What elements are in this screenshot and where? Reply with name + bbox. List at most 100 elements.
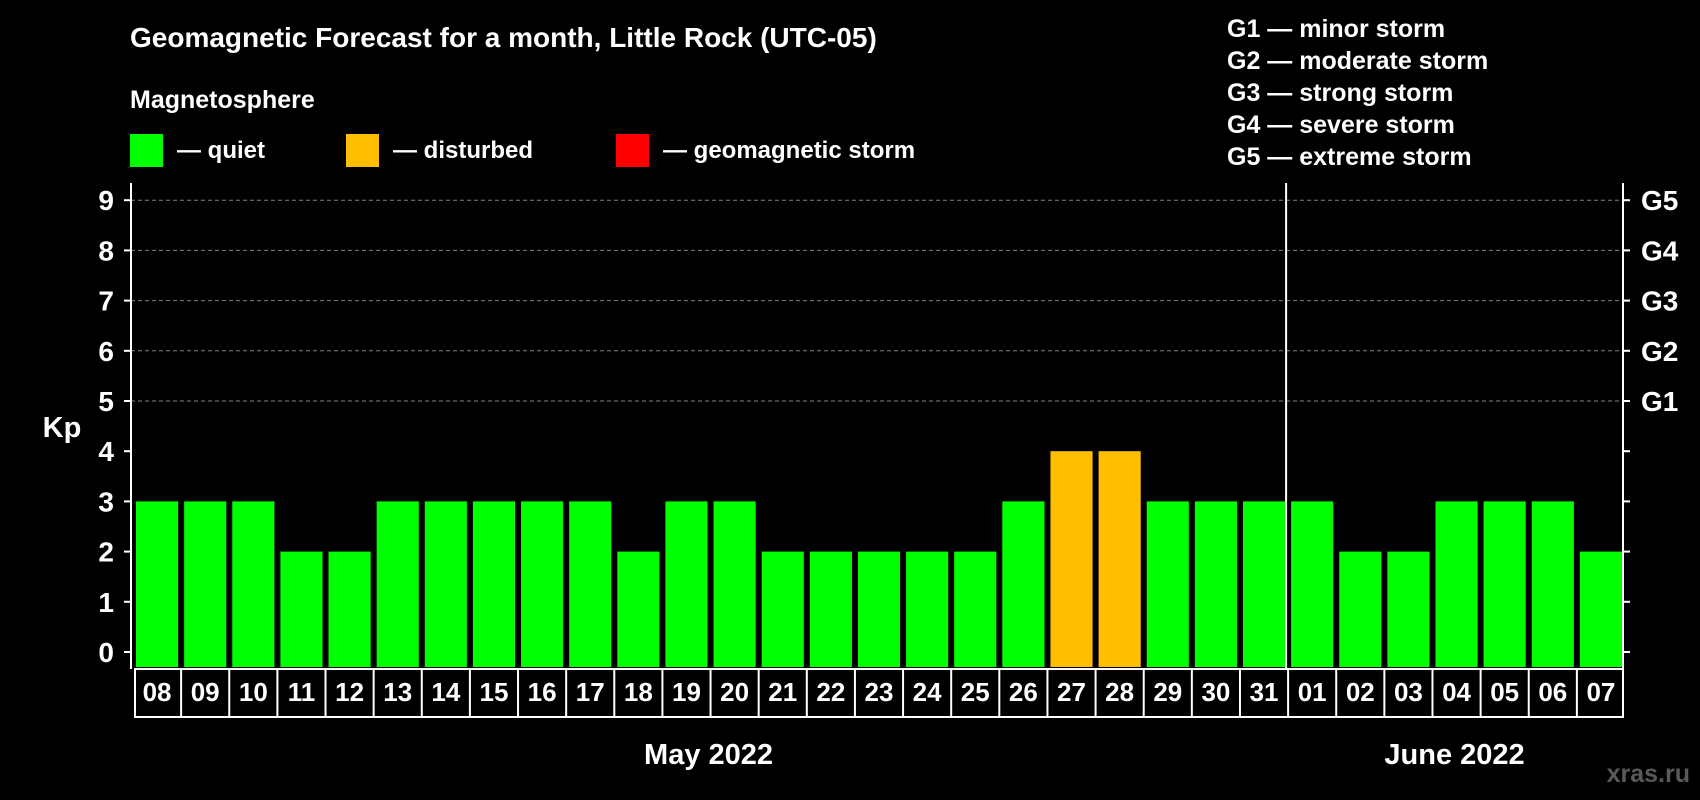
date-label: 11 — [288, 677, 316, 707]
bar-23 — [857, 551, 901, 667]
bar-16 — [521, 501, 564, 667]
legend-heading: Magnetosphere — [130, 86, 315, 114]
bar-12 — [328, 551, 371, 667]
legend-label-storm: — geomagnetic storm — [663, 137, 915, 164]
month-label: June 2022 — [1384, 739, 1524, 771]
legend-label-disturbed: — disturbed — [393, 137, 533, 164]
date-label: 10 — [239, 677, 268, 707]
bar-18 — [617, 551, 660, 667]
y-tick-label: 3 — [98, 486, 114, 517]
bar-28 — [1098, 451, 1141, 667]
date-label: 22 — [816, 677, 845, 707]
date-label: 23 — [865, 677, 894, 707]
bar-21 — [761, 551, 804, 667]
date-label: 09 — [191, 677, 220, 707]
bar-30 — [1194, 501, 1237, 667]
geomagnetic-forecast-chart: Geomagnetic Forecast for a month, Little… — [43, 15, 1690, 788]
bar-19 — [665, 501, 708, 667]
date-label: 20 — [720, 677, 749, 707]
right-axis-label: G1 — [1641, 386, 1678, 417]
date-label: 16 — [528, 677, 557, 707]
y-tick-label: 0 — [98, 637, 114, 668]
date-label: 13 — [383, 677, 412, 707]
gridlines — [131, 199, 1623, 402]
bar-05 — [1483, 501, 1526, 667]
legend-swatch-storm — [616, 134, 649, 167]
legend-label-quiet: — quiet — [177, 137, 265, 164]
date-label: 05 — [1490, 677, 1519, 707]
bar-31 — [1242, 501, 1286, 667]
date-label: 18 — [624, 677, 653, 707]
legend-swatch-disturbed — [346, 134, 379, 167]
date-label: 31 — [1250, 677, 1279, 707]
date-label: 04 — [1442, 677, 1471, 707]
y-tick-label: 8 — [98, 235, 114, 266]
storm-scale-item: G2 — moderate storm — [1227, 47, 1488, 75]
storm-scale-item: G3 — strong storm — [1227, 79, 1453, 107]
date-label: 17 — [576, 677, 605, 707]
y-tick-label: 6 — [98, 336, 114, 367]
watermark: xras.ru — [1607, 760, 1690, 788]
date-label: 19 — [672, 677, 701, 707]
bar-11 — [280, 551, 323, 667]
date-label: 21 — [768, 677, 797, 707]
right-axis-label: G4 — [1641, 235, 1679, 266]
date-label: 29 — [1153, 677, 1182, 707]
storm-scale-list: G1 — minor storm G2 — moderate storm G3 — … — [1227, 15, 1488, 171]
month-labels: May 2022 June 2022 — [644, 739, 1525, 771]
bar-08 — [136, 501, 179, 667]
bar-25 — [954, 551, 997, 667]
bar-17 — [569, 501, 612, 667]
chart-title: Geomagnetic Forecast for a month, Little… — [130, 22, 877, 53]
storm-scale-item: G5 — extreme storm — [1227, 143, 1472, 171]
bars — [136, 451, 1622, 667]
storm-scale-item: G4 — severe storm — [1227, 111, 1455, 139]
date-label: 26 — [1009, 677, 1038, 707]
bar-14 — [424, 501, 467, 667]
y-tick-label: 4 — [98, 436, 114, 467]
date-label: 14 — [431, 677, 460, 707]
bar-27 — [1050, 451, 1093, 667]
right-axis-label: G5 — [1641, 185, 1678, 216]
y-tick-label: 9 — [98, 185, 114, 216]
legend-swatch-quiet — [130, 134, 163, 167]
date-labels: 08 09 10 11 12 13 14 15 16 17 18 19 20 21 22 23 24 25 26 27… — [143, 669, 1615, 717]
date-label: 24 — [913, 677, 942, 707]
y-tick-label: 1 — [98, 587, 114, 618]
date-label: 06 — [1538, 677, 1567, 707]
date-label: 01 — [1298, 677, 1327, 707]
bar-20 — [713, 501, 756, 667]
date-label: 25 — [961, 677, 990, 707]
bar-13 — [376, 501, 419, 667]
date-label: 12 — [335, 677, 364, 707]
bar-09 — [184, 501, 227, 667]
bar-15 — [472, 501, 516, 667]
date-label: 08 — [143, 677, 172, 707]
month-label: May 2022 — [644, 739, 773, 771]
date-label: 03 — [1394, 677, 1423, 707]
right-axis-ticks: G1 G2 G3 G4 G5 — [1623, 185, 1679, 653]
bar-02 — [1339, 551, 1382, 667]
date-label: 27 — [1057, 677, 1086, 707]
bar-10 — [232, 501, 275, 667]
date-label: 30 — [1201, 677, 1230, 707]
bar-22 — [809, 551, 852, 667]
date-label: 07 — [1586, 677, 1615, 707]
bar-24 — [906, 551, 949, 667]
right-axis-label: G2 — [1641, 336, 1678, 367]
bar-26 — [1002, 501, 1045, 667]
bar-04 — [1435, 501, 1478, 667]
date-label: 02 — [1346, 677, 1375, 707]
bar-07 — [1579, 551, 1622, 667]
date-label: 15 — [480, 677, 509, 707]
bar-29 — [1146, 501, 1189, 667]
y-tick-label: 7 — [98, 286, 114, 317]
bar-01 — [1291, 501, 1334, 667]
y-tick-label: 2 — [98, 537, 114, 568]
storm-scale-item: G1 — minor storm — [1227, 15, 1445, 43]
y-tick-label: 5 — [98, 386, 114, 417]
bar-03 — [1387, 551, 1430, 667]
legend: — quiet — disturbed — geomagnetic storm — [130, 134, 915, 167]
date-label: 28 — [1105, 677, 1134, 707]
y-axis-label: Kp — [43, 412, 82, 444]
